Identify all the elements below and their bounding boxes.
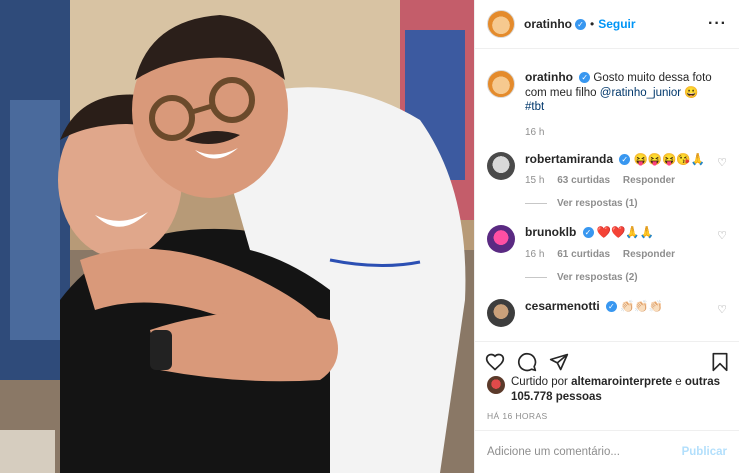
- add-comment-bar: Publicar: [475, 430, 739, 473]
- commenter-avatar[interactable]: [487, 298, 515, 327]
- view-replies-label[interactable]: Ver respostas (1): [557, 198, 638, 209]
- comments-list[interactable]: oratinho ✓ Gosto muito dessa foto com me…: [475, 50, 739, 340]
- caption-time: 16 h: [525, 126, 545, 138]
- like-comment-heart-icon[interactable]: ♡: [717, 303, 727, 316]
- caption-author-avatar[interactable]: [487, 70, 515, 98]
- author-username[interactable]: oratinho: [524, 17, 572, 31]
- reply-button[interactable]: Responder: [623, 249, 675, 260]
- share-paper-plane-icon[interactable]: [549, 352, 569, 372]
- verified-badge-icon: ✓: [575, 18, 586, 30]
- instagram-post-modal: oratinho ✓ • Seguir ··· oratinho ✓ Gosto…: [0, 0, 739, 473]
- comment-input[interactable]: [487, 446, 682, 458]
- comment-item: cesarmenotti ✓ 👏🏻👏🏻👏🏻 ♡: [487, 298, 727, 327]
- like-comment-heart-icon[interactable]: ♡: [717, 229, 727, 242]
- comment-likes[interactable]: 63 curtidas: [557, 175, 610, 186]
- liker-avatar[interactable]: [487, 376, 505, 394]
- replies-line: [525, 203, 547, 204]
- like-heart-icon[interactable]: [485, 352, 505, 372]
- caption-mention[interactable]: @ratinho_junior: [600, 87, 681, 99]
- commenter-avatar[interactable]: [487, 151, 515, 180]
- verified-badge-icon: ✓: [582, 227, 594, 239]
- author-avatar[interactable]: [487, 10, 515, 38]
- commenter-avatar[interactable]: [487, 225, 515, 253]
- comment-item: brunoklb ✓ ❤️❤️🙏🙏 16 h 61 curtidas Respo…: [487, 225, 727, 260]
- likes-middle: e: [672, 376, 685, 388]
- comment-text: 👏🏻👏🏻👏🏻: [620, 300, 664, 313]
- commenter-username[interactable]: robertamiranda: [525, 152, 613, 166]
- reply-button[interactable]: Responder: [623, 175, 675, 186]
- commenter-username[interactable]: brunoklb: [525, 225, 576, 239]
- like-comment-heart-icon[interactable]: ♡: [717, 156, 727, 169]
- verified-badge-icon: ✓: [579, 72, 591, 84]
- commenter-username[interactable]: cesarmenotti: [525, 299, 600, 313]
- comment-bubble-icon[interactable]: [517, 352, 537, 372]
- post-caption: oratinho ✓ Gosto muito dessa foto com me…: [487, 70, 727, 138]
- likes-summary: Curtido por altemarointerprete e outras …: [487, 375, 737, 405]
- replies-line: [525, 276, 547, 278]
- view-replies[interactable]: Ver respostas (1): [525, 198, 727, 209]
- comment-likes[interactable]: 61 curtidas: [557, 249, 610, 260]
- save-bookmark-icon[interactable]: [711, 352, 729, 372]
- post-photo[interactable]: [0, 0, 474, 473]
- more-options-icon[interactable]: ···: [708, 15, 727, 33]
- likes-prefix: Curtido por: [511, 376, 572, 388]
- comment-text: 😝😝😝😘🙏: [633, 153, 706, 166]
- comment-item: robertamiranda ✓ 😝😝😝😘🙏 15 h 63 curtidas …: [487, 151, 727, 186]
- caption-author[interactable]: oratinho: [525, 70, 573, 84]
- verified-badge-icon: ✓: [619, 153, 631, 165]
- verified-badge-icon: ✓: [605, 300, 617, 312]
- liker-username[interactable]: altemarointerprete: [571, 376, 672, 388]
- comment-time: 16 h: [525, 248, 545, 260]
- publish-button[interactable]: Publicar: [682, 446, 727, 458]
- post-side-panel: oratinho ✓ • Seguir ··· oratinho ✓ Gosto…: [474, 0, 739, 473]
- view-replies[interactable]: Ver respostas (2): [525, 272, 727, 283]
- photo-illustration: [0, 0, 474, 473]
- comment-time: 15 h: [525, 175, 545, 186]
- post-header: oratinho ✓ • Seguir ···: [475, 0, 739, 49]
- comment-text: ❤️❤️🙏🙏: [596, 227, 655, 239]
- caption-hashtag[interactable]: #tbt: [525, 101, 544, 113]
- post-timestamp: HÁ 16 HORAS: [487, 411, 548, 421]
- follow-button[interactable]: Seguir: [598, 17, 635, 31]
- separator-dot: •: [590, 17, 595, 31]
- caption-emoji: 😀: [681, 86, 699, 99]
- view-replies-label[interactable]: Ver respostas (2): [557, 272, 638, 283]
